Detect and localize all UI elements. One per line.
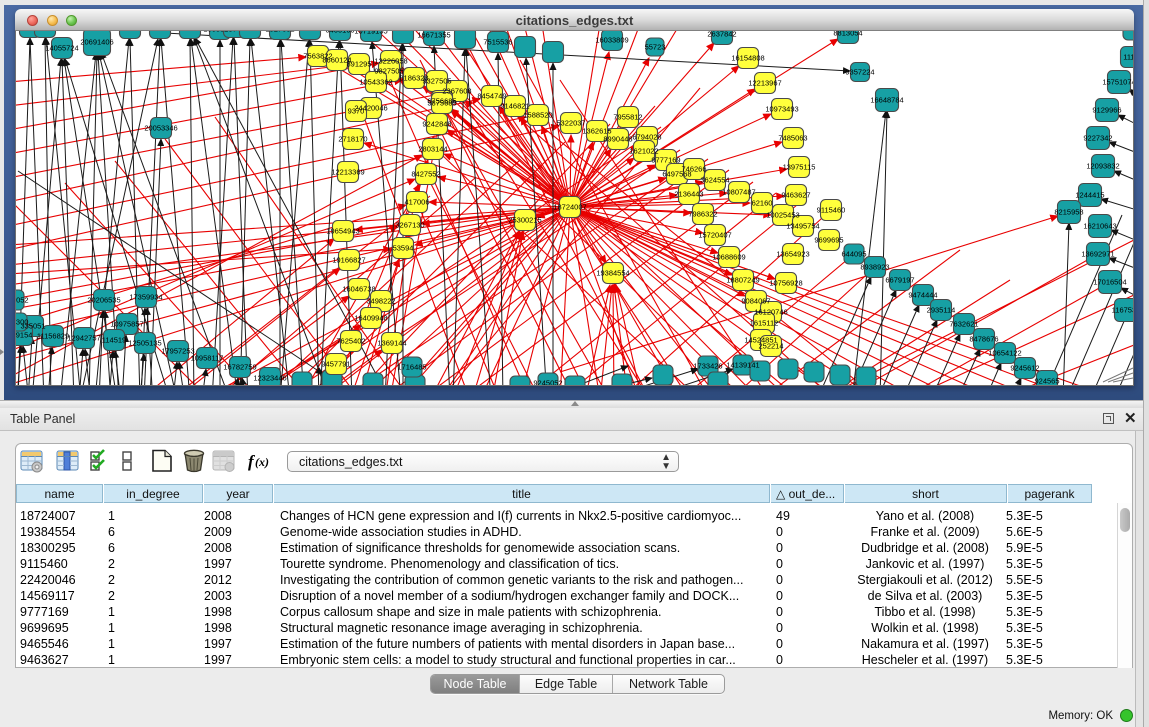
svg-text:(x): (x): [255, 455, 269, 469]
